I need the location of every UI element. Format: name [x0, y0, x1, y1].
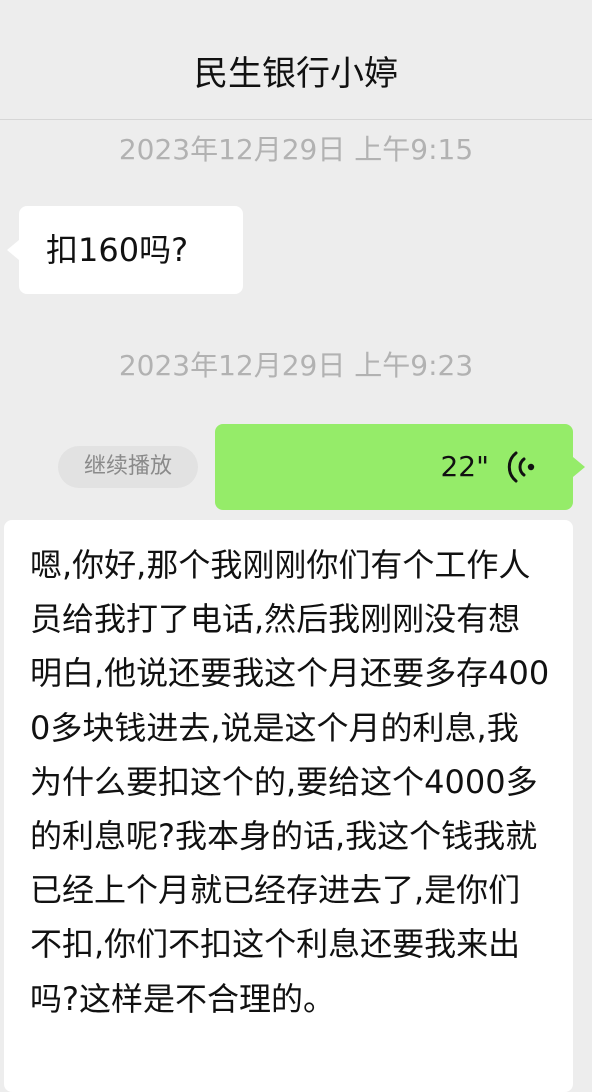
incoming-message-bubble[interactable]: 扣160吗?	[7, 206, 243, 294]
resume-playback-button[interactable]: 继续播放	[58, 446, 198, 488]
voice-message-bubble[interactable]: 22"	[215, 424, 585, 510]
voice-transcript-panel: 嗯,你好,那个我刚刚你们有个工作人员给我打了电话,然后我刚刚没有想明白,他说还要…	[4, 520, 573, 1092]
chat-header: 民生银行小婷	[0, 0, 592, 120]
message-text: 扣160吗?	[46, 231, 189, 269]
voice-playing-icon	[507, 451, 535, 483]
voice-duration: 22"	[440, 450, 489, 483]
message-timestamp: 2023年12月29日 上午9:15	[118, 133, 474, 166]
message-timestamp: 2023年12月29日 上午9:23	[118, 349, 474, 382]
voice-transcript-text: 嗯,你好,那个我刚刚你们有个工作人员给我打了电话,然后我刚刚没有想明白,他说还要…	[30, 546, 550, 1018]
chat-title: 民生银行小婷	[194, 54, 398, 94]
